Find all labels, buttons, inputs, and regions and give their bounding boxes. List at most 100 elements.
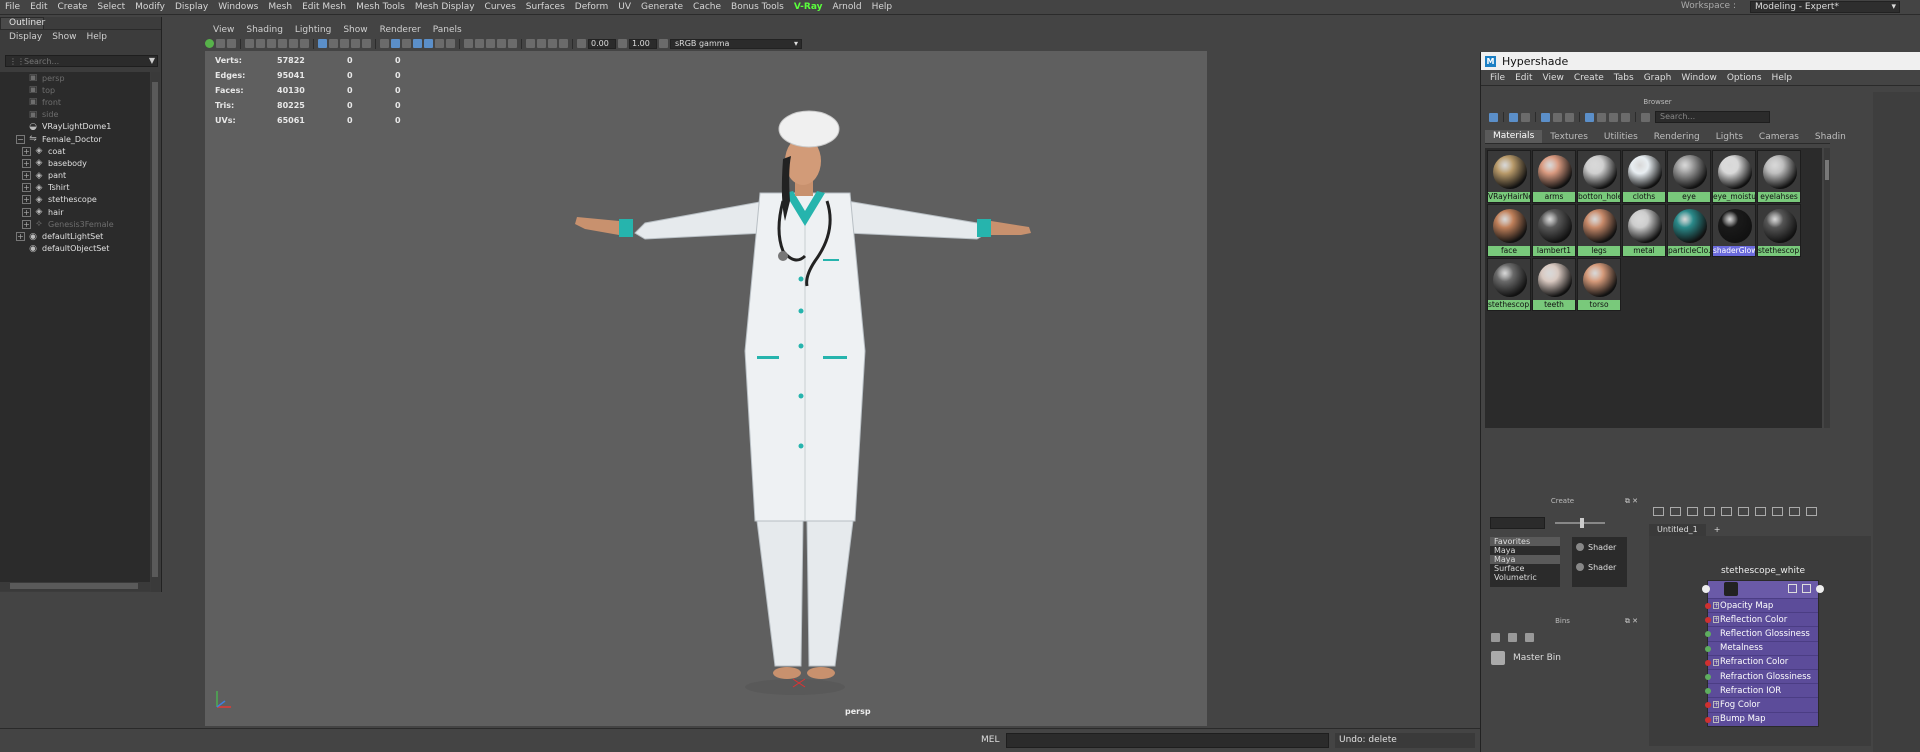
outliner-search-input[interactable] — [24, 56, 134, 66]
viewport-menu-renderer[interactable]: Renderer — [374, 25, 427, 35]
material-swatch[interactable]: eyelahses — [1757, 150, 1801, 203]
expand-toggle-icon[interactable]: + — [22, 146, 31, 156]
shader-node[interactable]: stethescope_white + Opacity Map + Reflectio… — [1702, 566, 1824, 727]
mel-command-input[interactable] — [1006, 733, 1329, 748]
hs-menu-window[interactable]: Window — [1676, 73, 1722, 83]
expand-toggle-icon[interactable]: + — [22, 195, 31, 205]
hs-menu-view[interactable]: View — [1538, 73, 1569, 83]
panel-controls-icon[interactable]: ⧉ ✕ — [1625, 617, 1638, 626]
material-swatch[interactable]: stethescop... — [1757, 204, 1801, 257]
attribute-port-icon[interactable] — [1705, 702, 1711, 709]
tab-untitled[interactable]: Untitled_1 — [1649, 524, 1706, 536]
sort-by-name-icon[interactable] — [1585, 112, 1594, 122]
create-tree-item[interactable]: Maya — [1490, 546, 1560, 555]
color-management-icon[interactable] — [559, 39, 568, 48]
grid-icon[interactable] — [318, 39, 327, 48]
clear-graph-icon[interactable] — [1772, 506, 1783, 516]
output-connections-icon[interactable] — [1687, 506, 1698, 516]
hs-menu-graph[interactable]: Graph — [1639, 73, 1677, 83]
menu-mesh-tools[interactable]: Mesh Tools — [351, 2, 410, 12]
outliner-search-field[interactable]: ⋮⋮ ▼ — [5, 55, 158, 67]
create-tree-item[interactable]: Favorites — [1490, 537, 1560, 546]
graph-down-icon[interactable] — [1755, 506, 1766, 516]
grease-pencil-icon[interactable] — [267, 39, 276, 48]
outliner-item-top[interactable]: ▣ top — [0, 84, 150, 96]
expand-toggle-icon[interactable]: + — [22, 158, 31, 168]
graph-up-icon[interactable] — [1738, 506, 1749, 516]
use-all-lights-icon[interactable] — [424, 39, 433, 48]
outliner-item-persp[interactable]: ▣ persp — [0, 72, 150, 84]
wireframe-on-shaded-icon[interactable] — [402, 39, 411, 48]
hs-menu-edit[interactable]: Edit — [1510, 73, 1537, 83]
menu-file[interactable]: File — [0, 2, 25, 12]
expand-toggle-icon[interactable]: − — [16, 134, 25, 144]
camera-attributes-icon[interactable] — [256, 39, 265, 48]
scrollbar-thumb[interactable] — [1825, 160, 1829, 180]
input-port-icon[interactable] — [1702, 585, 1710, 593]
expand-attribute-icon[interactable]: + — [1713, 715, 1719, 723]
view-transform-icon[interactable] — [659, 39, 668, 48]
isolate-select-icon[interactable] — [497, 39, 506, 48]
scrollbar-thumb[interactable] — [10, 583, 138, 589]
bin-add-icon[interactable] — [1508, 633, 1517, 642]
select-camera-icon[interactable] — [205, 39, 214, 48]
toggle-attribute-icon[interactable] — [1806, 506, 1817, 516]
textured-icon[interactable] — [413, 39, 422, 48]
attribute-port-icon[interactable] — [1705, 631, 1711, 638]
material-swatch[interactable]: teeth — [1532, 258, 1576, 311]
input-output-connections-icon[interactable] — [1670, 506, 1681, 516]
node-attribute[interactable]: Refraction IOR — [1705, 683, 1818, 697]
tab-cameras[interactable]: Cameras — [1751, 132, 1807, 142]
resolution-gate-icon[interactable] — [300, 39, 309, 48]
tab-textures[interactable]: Textures — [1542, 132, 1596, 142]
material-swatch[interactable]: torso — [1577, 258, 1621, 311]
viewport-menu-panels[interactable]: Panels — [427, 25, 468, 35]
xray-joints-icon[interactable] — [526, 39, 535, 48]
outliner-item-basebody[interactable]: + ◈ basebody — [0, 157, 150, 169]
node-hide-icon[interactable] — [1788, 584, 1797, 593]
add-tab-button[interactable]: + — [1706, 524, 1729, 536]
hs-menu-options[interactable]: Options — [1722, 73, 1767, 83]
field-chart-icon[interactable] — [340, 39, 349, 48]
menu-curves[interactable]: Curves — [480, 2, 521, 12]
menu-mesh[interactable]: Mesh — [263, 2, 297, 12]
tab-lights[interactable]: Lights — [1708, 132, 1751, 142]
layout-icon[interactable] — [1721, 506, 1732, 516]
bookmark-camera-icon[interactable] — [278, 39, 287, 48]
outliner-item-front[interactable]: ▣ front — [0, 96, 150, 108]
expand-toggle-icon[interactable]: + — [22, 207, 31, 217]
expand-attribute-icon[interactable]: + — [1713, 658, 1719, 666]
safe-title-icon[interactable] — [362, 39, 371, 48]
menu-cache[interactable]: Cache — [688, 2, 726, 12]
refresh-icon[interactable] — [1621, 112, 1630, 122]
tab-shading[interactable]: Shadin — [1807, 132, 1854, 142]
sort-by-time-icon[interactable] — [1609, 112, 1618, 122]
outliner-menu-help[interactable]: Help — [81, 32, 112, 42]
menu-mesh-display[interactable]: Mesh Display — [410, 2, 480, 12]
mel-label[interactable]: MEL — [981, 735, 999, 745]
node-attribute[interactable]: + Opacity Map — [1705, 598, 1818, 612]
outliner-item-hair[interactable]: + ◈ hair — [0, 206, 150, 218]
outliner-item-coat[interactable]: + ◈ coat — [0, 145, 150, 157]
hs-menu-tabs[interactable]: Tabs — [1609, 73, 1639, 83]
viewport-menu-view[interactable]: View — [207, 25, 240, 35]
create-tree-item[interactable]: Maya — [1490, 555, 1560, 564]
smooth-shade-icon[interactable] — [391, 39, 400, 48]
node-attribute[interactable]: + Reflection Color — [1705, 612, 1818, 626]
outliner-vertical-scrollbar[interactable] — [151, 72, 160, 592]
sort-by-type-icon[interactable] — [1597, 112, 1606, 122]
female-doctor-model[interactable] — [205, 51, 1207, 726]
exposure-field[interactable]: 0.00 — [588, 38, 616, 49]
menu-create[interactable]: Create — [53, 2, 93, 12]
expand-attribute-icon[interactable]: + — [1713, 616, 1719, 624]
attribute-port-icon[interactable] — [1705, 673, 1711, 680]
expand-toggle-icon[interactable]: + — [22, 219, 31, 229]
film-gate-icon[interactable] — [289, 39, 298, 48]
viewport-menu-shading[interactable]: Shading — [240, 25, 289, 35]
node-header[interactable] — [1702, 581, 1824, 598]
node-attribute[interactable]: + Fog Color — [1705, 697, 1818, 711]
outliner-item-pant[interactable]: + ◈ pant — [0, 170, 150, 182]
frame-all-icon[interactable] — [1704, 506, 1715, 516]
material-swatch[interactable]: particleClo... — [1667, 204, 1711, 257]
material-swatch[interactable]: VRayHairNe... — [1487, 150, 1531, 203]
